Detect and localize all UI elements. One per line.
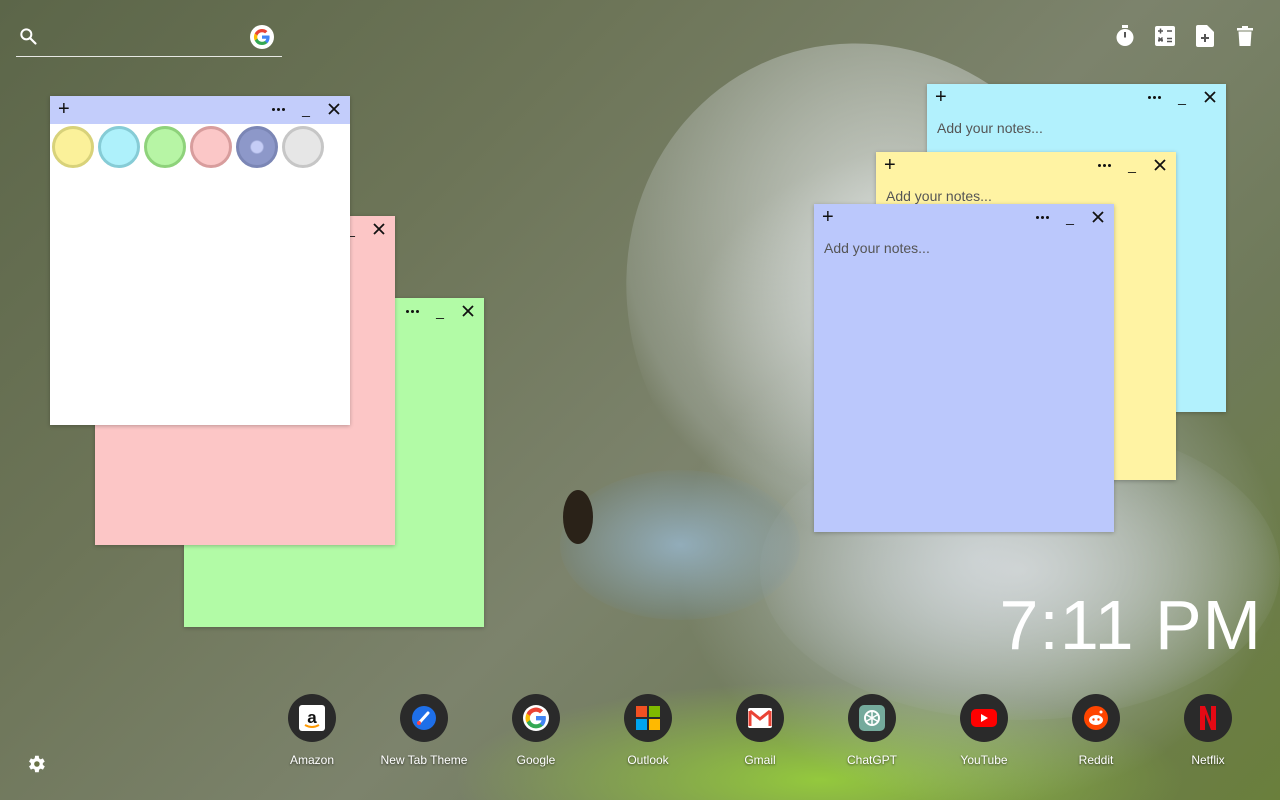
shortcut-label: Gmail — [744, 753, 776, 767]
shortcut-label: Netflix — [1191, 753, 1225, 767]
swatch-cyan[interactable] — [98, 126, 140, 168]
google-icon[interactable] — [250, 25, 274, 49]
new-note-tool[interactable] — [1194, 24, 1216, 48]
reddit-icon — [1072, 694, 1120, 742]
timer-tool[interactable] — [1114, 24, 1136, 48]
trash-tool[interactable] — [1234, 24, 1256, 48]
note-titlebar[interactable]: + _ — [927, 84, 1226, 112]
shortcut-label: Amazon — [289, 753, 335, 767]
note-titlebar[interactable]: + _ — [50, 96, 350, 124]
search-icon[interactable] — [18, 26, 38, 46]
note-placeholder[interactable]: Add your notes... — [886, 188, 1166, 204]
note-white[interactable]: + _ — [50, 96, 350, 425]
chatgpt-icon — [848, 694, 896, 742]
svg-text:a: a — [307, 708, 317, 727]
minimize-icon[interactable]: _ — [1062, 207, 1078, 227]
more-icon[interactable] — [1146, 87, 1162, 107]
shortcut-label: Outlook — [627, 753, 669, 767]
shortcut-label: Google — [516, 753, 556, 767]
shortcut-gmail[interactable]: Gmail — [704, 694, 816, 767]
swatch-green[interactable] — [144, 126, 186, 168]
note-blue[interactable]: + _ Add your notes... — [814, 204, 1114, 532]
shortcut-reddit[interactable]: Reddit — [1040, 694, 1152, 767]
minimize-icon[interactable]: _ — [1174, 87, 1190, 107]
note-titlebar[interactable]: + _ — [814, 204, 1114, 232]
swatch-pink[interactable] — [190, 126, 232, 168]
toolbar — [1114, 24, 1256, 48]
close-icon[interactable] — [1152, 155, 1168, 175]
netflix-icon — [1184, 694, 1232, 742]
shortcut-google[interactable]: Google — [480, 694, 592, 767]
close-icon[interactable] — [371, 219, 387, 239]
youtube-icon — [960, 694, 1008, 742]
microsoft-icon — [624, 694, 672, 742]
close-icon[interactable] — [1202, 87, 1218, 107]
minimize-icon[interactable]: _ — [1124, 155, 1140, 175]
add-note-icon[interactable]: + — [58, 99, 70, 119]
shortcut-netflix[interactable]: Netflix — [1152, 694, 1264, 767]
shortcut-youtube[interactable]: YouTube — [928, 694, 1040, 767]
search-input[interactable] — [52, 24, 256, 52]
note-placeholder[interactable]: Add your notes... — [937, 120, 1216, 136]
add-note-icon[interactable]: + — [822, 207, 834, 227]
shortcut-amazon[interactable]: a Amazon — [256, 694, 368, 767]
add-note-icon[interactable]: + — [935, 87, 947, 107]
note-titlebar[interactable]: + _ — [876, 152, 1176, 180]
gear-icon[interactable] — [25, 753, 47, 775]
background-butterfly-eye — [563, 490, 593, 544]
shortcut-label: Reddit — [1078, 753, 1114, 767]
amazon-icon: a — [288, 694, 336, 742]
shortcut-label: ChatGPT — [846, 753, 897, 767]
close-icon[interactable] — [326, 99, 342, 119]
calculator-tool[interactable] — [1154, 24, 1176, 48]
swatch-yellow[interactable] — [52, 126, 94, 168]
shortcut-outlook[interactable]: Outlook — [592, 694, 704, 767]
shortcut-bar: a Amazon New Tab Theme Google Outlook Gm — [256, 694, 1264, 767]
brush-icon — [400, 694, 448, 742]
more-icon[interactable] — [1034, 207, 1050, 227]
note-placeholder[interactable]: Add your notes... — [824, 240, 1104, 256]
swatch-blue-selected[interactable] — [236, 126, 278, 168]
gmail-icon — [736, 694, 784, 742]
color-palette — [50, 124, 350, 174]
swatch-grey[interactable] — [282, 126, 324, 168]
background-butterfly-body — [560, 470, 800, 620]
add-note-icon — [1196, 25, 1214, 47]
more-icon[interactable] — [270, 99, 286, 119]
minimize-icon[interactable]: _ — [432, 301, 448, 321]
shortcut-label: YouTube — [960, 753, 1008, 767]
calculator-icon — [1155, 26, 1175, 46]
clock: 7:11 PM — [999, 586, 1262, 664]
search-bar — [16, 20, 282, 57]
shortcut-new-tab-theme[interactable]: New Tab Theme — [368, 694, 480, 767]
close-icon[interactable] — [1090, 207, 1106, 227]
google-icon — [512, 694, 560, 742]
shortcut-chatgpt[interactable]: ChatGPT — [816, 694, 928, 767]
more-icon[interactable] — [404, 301, 420, 321]
trash-icon — [1237, 26, 1253, 46]
minimize-icon[interactable]: _ — [298, 99, 314, 119]
close-icon[interactable] — [460, 301, 476, 321]
shortcut-label: New Tab Theme — [380, 753, 468, 767]
more-icon[interactable] — [1096, 155, 1112, 175]
add-note-icon[interactable]: + — [884, 155, 896, 175]
stopwatch-icon — [1116, 25, 1134, 46]
